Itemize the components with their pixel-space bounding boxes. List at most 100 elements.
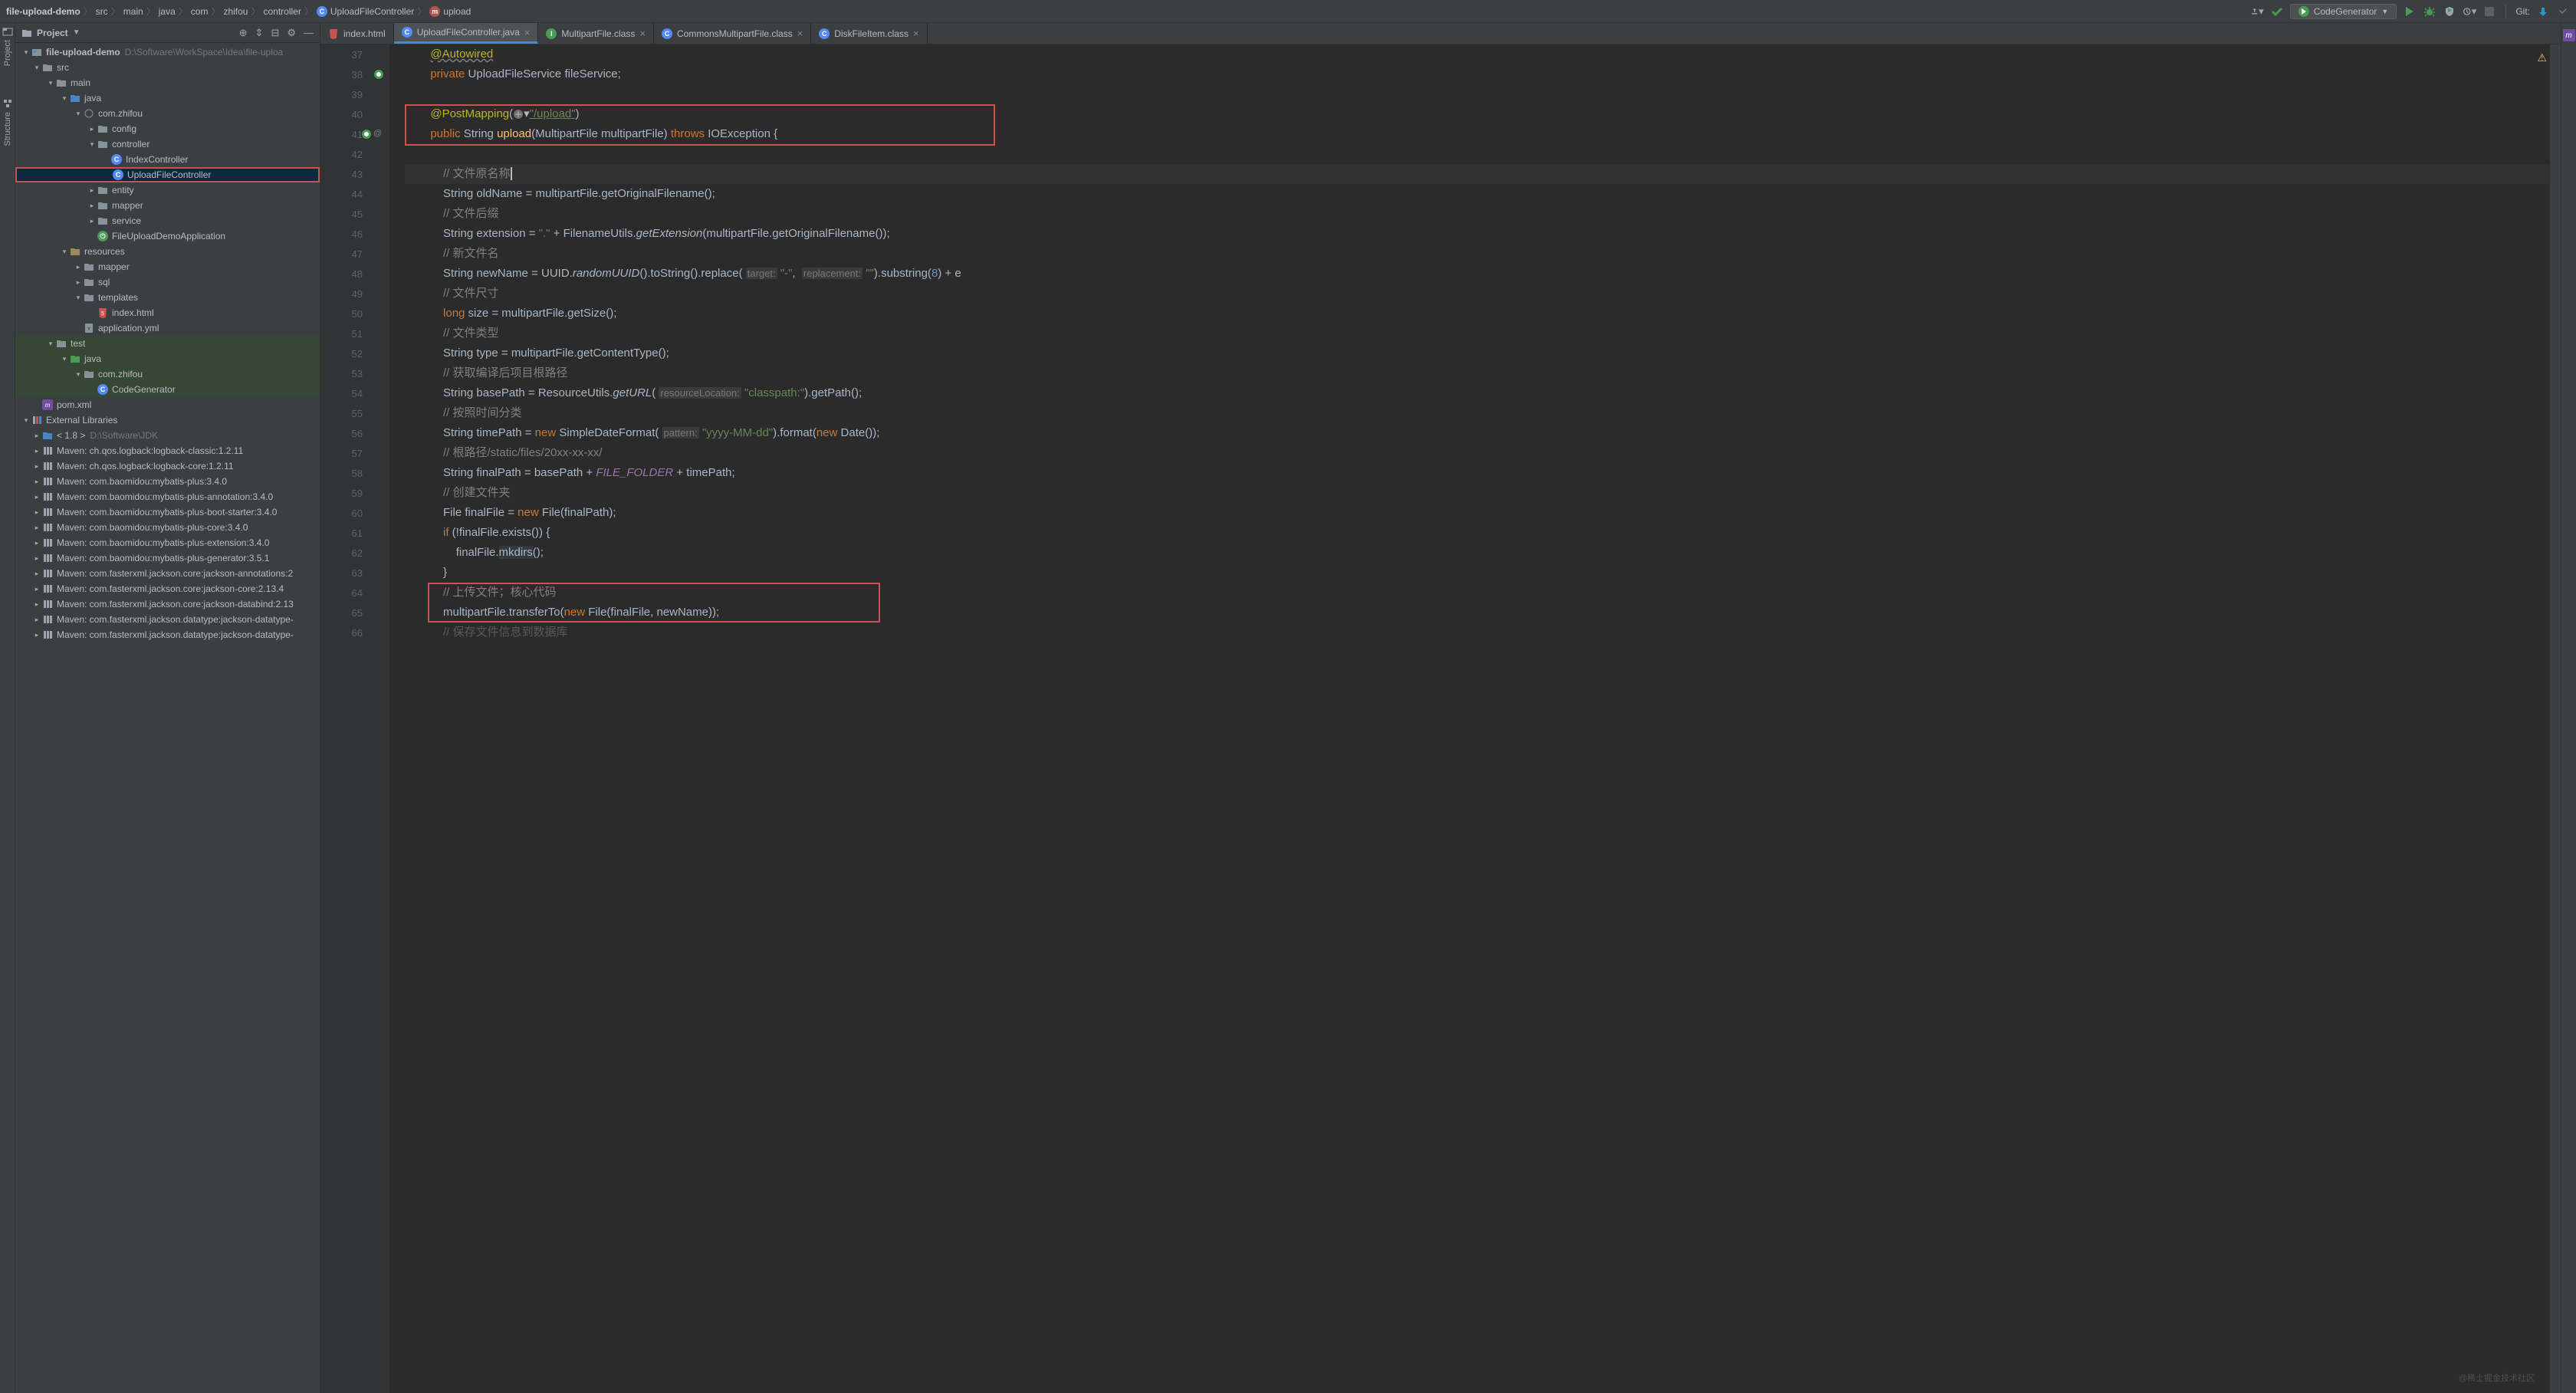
gutter-line[interactable]: 38 xyxy=(320,64,389,84)
close-tab-icon[interactable]: × xyxy=(913,28,919,39)
gutter-line[interactable]: 51 xyxy=(320,324,389,343)
gutter-line[interactable]: 66 xyxy=(320,623,389,642)
breadcrumb[interactable]: file-upload-demo 〉 src 〉 main 〉 java 〉 c… xyxy=(6,5,2250,18)
close-tab-icon[interactable]: × xyxy=(797,28,803,39)
tab-commons-multipart[interactable]: CCommonsMultipartFile.class× xyxy=(654,23,811,44)
endpoint-icon[interactable]: @ xyxy=(373,129,384,140)
gutter-line[interactable]: 60 xyxy=(320,503,389,523)
tree-library[interactable]: ▸Maven: com.baomidou:mybatis-plus-boot-s… xyxy=(15,504,320,520)
gutter-line[interactable]: 44 xyxy=(320,184,389,204)
tree-resources-folder[interactable]: ▾resources xyxy=(15,244,320,259)
tree-package[interactable]: ▾com.zhifou xyxy=(15,106,320,121)
gutter-line[interactable]: 49 xyxy=(320,284,389,304)
tree-package[interactable]: ▾com.zhifou xyxy=(15,366,320,382)
breadcrumb-item[interactable]: main xyxy=(123,6,143,17)
debug-button[interactable] xyxy=(2423,5,2436,18)
tree-class[interactable]: CIndexController xyxy=(15,152,320,167)
tab-index-html[interactable]: index.html xyxy=(320,23,394,44)
tree-file[interactable]: 5index.html xyxy=(15,305,320,320)
breadcrumb-root[interactable]: file-upload-demo xyxy=(6,6,80,17)
build-icon[interactable] xyxy=(2270,5,2284,18)
close-tab-icon[interactable]: × xyxy=(639,28,646,39)
tab-disk-fileitem[interactable]: CDiskFileItem.class× xyxy=(811,23,927,44)
tree-class[interactable]: CCodeGenerator xyxy=(15,382,320,397)
settings-icon[interactable]: ⚙ xyxy=(287,27,296,39)
tree-library[interactable]: ▸Maven: com.fasterxml.jackson.core:jacks… xyxy=(15,596,320,612)
gutter-line[interactable]: 37 xyxy=(320,44,389,64)
tree-library[interactable]: ▸Maven: com.baomidou:mybatis-plus-genera… xyxy=(15,550,320,566)
gutter-line[interactable]: 58 xyxy=(320,463,389,483)
gutter-line[interactable]: 46 xyxy=(320,224,389,244)
tree-source-folder[interactable]: ▾java xyxy=(15,90,320,106)
breadcrumb-item[interactable]: src xyxy=(96,6,108,17)
gutter-line[interactable]: 40 xyxy=(320,104,389,124)
gutter-line[interactable]: 43 xyxy=(320,164,389,184)
tree-class-selected[interactable]: CUploadFileController xyxy=(15,167,320,182)
collapse-all-icon[interactable]: ⊟ xyxy=(271,27,279,39)
url-mapping-icon[interactable] xyxy=(513,109,524,120)
tree-folder[interactable]: ▸mapper xyxy=(15,259,320,274)
gutter-line[interactable]: 55 xyxy=(320,403,389,423)
profiler-button[interactable]: ▾ xyxy=(2463,5,2476,18)
gutter-line[interactable]: 39 xyxy=(320,84,389,104)
gutter-line[interactable]: 42 xyxy=(320,144,389,164)
editor-body[interactable]: 3738394041@42434445464748495051525354555… xyxy=(320,44,2561,1393)
tree-library[interactable]: ▸Maven: com.baomidou:mybatis-plus-annota… xyxy=(15,489,320,504)
tree-library[interactable]: ▸Maven: ch.qos.logback:logback-core:1.2.… xyxy=(15,458,320,474)
tree-folder[interactable]: ▾src xyxy=(15,60,320,75)
project-view-selector[interactable]: Project ▼ xyxy=(21,28,239,38)
tree-folder[interactable]: ▾test xyxy=(15,336,320,351)
gutter-line[interactable]: 65 xyxy=(320,603,389,623)
stop-button[interactable] xyxy=(2482,5,2496,18)
tab-multipartfile[interactable]: IMultipartFile.class× xyxy=(538,23,654,44)
gutter-line[interactable]: 59 xyxy=(320,483,389,503)
spring-bean-icon[interactable] xyxy=(361,129,372,140)
git-commit-button[interactable] xyxy=(2556,5,2570,18)
tree-test-folder[interactable]: ▾java xyxy=(15,351,320,366)
tree-file[interactable]: mpom.xml xyxy=(15,397,320,412)
gutter-line[interactable]: 53 xyxy=(320,363,389,383)
tree-package[interactable]: ▸service xyxy=(15,213,320,228)
close-tab-icon[interactable]: × xyxy=(524,27,531,38)
project-tree[interactable]: ▾file-upload-demoD:\Software\WorkSpace\I… xyxy=(15,43,320,1393)
spring-bean-icon[interactable] xyxy=(373,69,384,80)
gutter-line[interactable]: 48 xyxy=(320,264,389,284)
gutter-line[interactable]: 54 xyxy=(320,383,389,403)
gutter-line[interactable]: 62 xyxy=(320,543,389,563)
warning-indicator-icon[interactable]: ⚠ xyxy=(2537,48,2547,67)
gutter-line[interactable]: 56 xyxy=(320,423,389,443)
hide-panel-icon[interactable]: — xyxy=(304,27,314,39)
breadcrumb-item[interactable]: com xyxy=(191,6,209,17)
tree-external-libs[interactable]: ▾External Libraries xyxy=(15,412,320,428)
tree-class[interactable]: ⏻FileUploadDemoApplication xyxy=(15,228,320,244)
run-button[interactable] xyxy=(2403,5,2417,18)
tree-library[interactable]: ▸Maven: com.fasterxml.jackson.datatype:j… xyxy=(15,612,320,627)
tree-package[interactable]: ▸config xyxy=(15,121,320,136)
tree-library[interactable]: ▸Maven: ch.qos.logback:logback-classic:1… xyxy=(15,443,320,458)
tree-library[interactable]: ▸Maven: com.fasterxml.jackson.datatype:j… xyxy=(15,627,320,642)
add-config-icon[interactable]: ▾ xyxy=(2250,5,2264,18)
gutter-line[interactable]: 52 xyxy=(320,343,389,363)
gutter-line[interactable]: 61 xyxy=(320,523,389,543)
breadcrumb-item[interactable]: zhifou xyxy=(223,6,248,17)
gutter-line[interactable]: 45 xyxy=(320,204,389,224)
tree-library[interactable]: ▸Maven: com.fasterxml.jackson.core:jacks… xyxy=(15,566,320,581)
gutter-line[interactable]: 64 xyxy=(320,583,389,603)
project-tool-tab[interactable]: Project xyxy=(2,26,14,67)
tree-root[interactable]: ▾file-upload-demoD:\Software\WorkSpace\I… xyxy=(15,44,320,60)
code-content[interactable]: @Autowired private UploadFileService fil… xyxy=(389,44,2550,1393)
gutter-line[interactable]: 41@ xyxy=(320,124,389,144)
tree-folder[interactable]: ▾templates xyxy=(15,290,320,305)
tree-file[interactable]: Yapplication.yml xyxy=(15,320,320,336)
breadcrumb-item[interactable]: controller xyxy=(264,6,301,17)
tab-upload-controller[interactable]: CUploadFileController.java× xyxy=(394,23,539,44)
tree-library[interactable]: ▸Maven: com.fasterxml.jackson.core:jacks… xyxy=(15,581,320,596)
expand-all-icon[interactable]: ⇕ xyxy=(255,27,264,39)
gutter-line[interactable]: 63 xyxy=(320,563,389,583)
tree-folder[interactable]: ▾main xyxy=(15,75,320,90)
select-opened-file-icon[interactable]: ⊕ xyxy=(239,27,248,39)
breadcrumb-item[interactable]: UploadFileController xyxy=(330,6,414,17)
gutter-line[interactable]: 57 xyxy=(320,443,389,463)
tree-library[interactable]: ▸Maven: com.baomidou:mybatis-plus-extens… xyxy=(15,535,320,550)
gutter-line[interactable]: 47 xyxy=(320,244,389,264)
